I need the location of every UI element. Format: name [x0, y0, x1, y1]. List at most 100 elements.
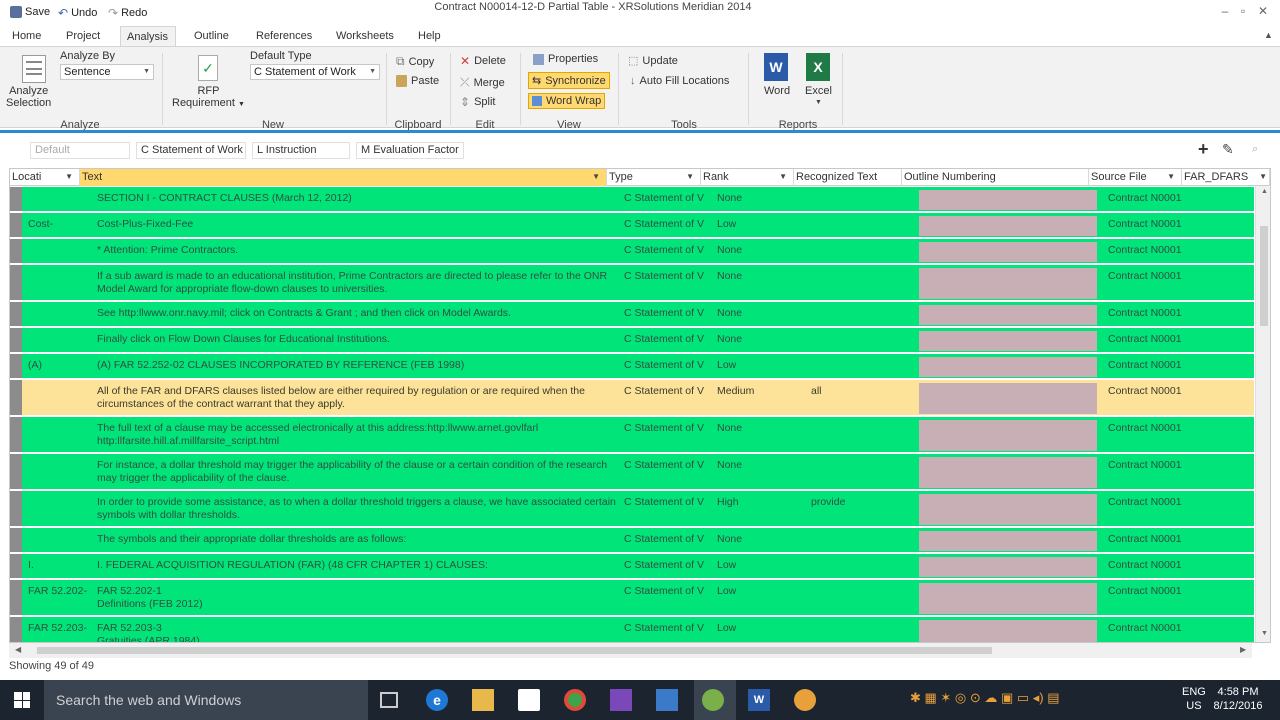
excel-export-button[interactable]: Excel: [805, 85, 832, 97]
scroll-up-icon[interactable]: ▲: [1261, 188, 1268, 195]
scroll-down-icon[interactable]: ▼: [1261, 630, 1268, 637]
column-header-location[interactable]: Locati ▼: [10, 169, 80, 186]
row-indicator[interactable]: [10, 454, 22, 489]
merge-button[interactable]: ⤫ Merge: [460, 75, 505, 90]
cell-outline-numbering[interactable]: [919, 357, 1097, 377]
row-indicator[interactable]: [10, 417, 22, 452]
split-button[interactable]: ⇕ Split: [460, 95, 495, 109]
cell-outline-numbering[interactable]: [919, 216, 1097, 236]
taskbar-search[interactable]: Search the web and Windows: [44, 680, 368, 720]
table-row[interactable]: The full text of a clause may be accesse…: [10, 417, 1254, 454]
table-row[interactable]: I. I. FEDERAL ACQUISITION REGULATION (FAR…: [10, 554, 1254, 580]
tab-home[interactable]: Home: [6, 26, 47, 46]
table-row[interactable]: FAR 52.202- FAR 52.202-1 Definitions (FEB…: [10, 580, 1254, 617]
edit-pencil-icon[interactable]: ✎: [1222, 141, 1234, 158]
edge-icon[interactable]: e: [426, 689, 448, 711]
language-indicator[interactable]: ENG US: [1182, 686, 1206, 712]
row-indicator[interactable]: [10, 580, 22, 615]
column-header-source-file[interactable]: Source File ▼: [1089, 169, 1182, 186]
app-icon-2[interactable]: [794, 689, 816, 711]
cell-outline-numbering[interactable]: [919, 383, 1097, 414]
table-row[interactable]: FAR 52.203- FAR 52.203-3 Gratuities (APR …: [10, 617, 1254, 642]
table-row[interactable]: For instance, a dollar threshold may tri…: [10, 454, 1254, 491]
meridian-icon[interactable]: [702, 689, 724, 711]
word-taskbar-icon[interactable]: W: [748, 689, 770, 711]
word-wrap-toggle[interactable]: Word Wrap: [528, 93, 606, 109]
app-icon[interactable]: [656, 689, 678, 711]
tab-help[interactable]: Help: [412, 26, 447, 46]
row-indicator[interactable]: [10, 239, 22, 263]
table-row[interactable]: The symbols and their appropriate dollar…: [10, 528, 1254, 554]
column-header-outline-numbering[interactable]: Outline Numbering: [902, 169, 1089, 186]
filter-instruction[interactable]: L Instruction: [252, 142, 350, 159]
clock[interactable]: 4:58 PM 8/12/2016: [1210, 686, 1266, 712]
table-row[interactable]: If a sub award is made to an educational…: [10, 265, 1254, 302]
table-row[interactable]: All of the FAR and DFARS clauses listed …: [10, 380, 1254, 417]
analyze-selection-button[interactable]: Analyze Selection: [6, 85, 51, 109]
restore-button[interactable]: ▫: [1234, 4, 1252, 18]
filter-statement-of-work[interactable]: C Statement of Work: [136, 142, 246, 159]
copy-button[interactable]: ⧉ Copy: [396, 54, 434, 69]
chrome-icon[interactable]: [564, 689, 586, 711]
row-indicator[interactable]: [10, 302, 22, 326]
analyze-by-select[interactable]: Sentence ▼: [60, 64, 154, 80]
search-icon[interactable]: ⌕: [1252, 143, 1258, 156]
table-row[interactable]: SECTION I - CONTRACT CLAUSES (March 12, …: [10, 187, 1254, 213]
cell-outline-numbering[interactable]: [919, 557, 1097, 577]
vertical-scrollbar[interactable]: ▲ ▼: [1255, 186, 1270, 642]
add-icon[interactable]: +: [1198, 139, 1209, 160]
tab-analysis[interactable]: Analysis: [120, 26, 176, 46]
row-indicator[interactable]: [10, 213, 22, 237]
file-explorer-icon[interactable]: [472, 689, 494, 711]
delete-button[interactable]: ✕ Delete: [460, 54, 506, 68]
row-indicator[interactable]: [10, 187, 22, 211]
store-icon[interactable]: [518, 689, 540, 711]
cell-outline-numbering[interactable]: [919, 268, 1097, 299]
tab-references[interactable]: References: [250, 26, 318, 46]
tab-worksheets[interactable]: Worksheets: [330, 26, 400, 46]
task-view-icon[interactable]: [380, 692, 398, 708]
row-indicator[interactable]: [10, 380, 22, 415]
tab-project[interactable]: Project: [60, 26, 106, 46]
table-row[interactable]: * Attention: Prime Contractors. C Stateme…: [10, 239, 1254, 265]
tab-outline[interactable]: Outline: [188, 26, 235, 46]
scroll-right-icon[interactable]: ▶: [1240, 645, 1246, 654]
cell-outline-numbering[interactable]: [919, 620, 1097, 642]
synchronize-toggle[interactable]: ⇆ Synchronize: [528, 72, 610, 89]
default-type-select[interactable]: C Statement of Work ▼: [250, 64, 380, 80]
horizontal-scroll-thumb[interactable]: [37, 647, 992, 654]
row-indicator[interactable]: [10, 617, 22, 642]
cell-outline-numbering[interactable]: [919, 531, 1097, 551]
collapse-ribbon-icon[interactable]: ▲: [1264, 30, 1273, 40]
row-indicator[interactable]: [10, 491, 22, 526]
row-indicator[interactable]: [10, 265, 22, 300]
rfp-requirement-button[interactable]: RFP Requirement ▼: [172, 85, 245, 109]
column-header-recognized-text[interactable]: Recognized Text: [794, 169, 902, 186]
cell-outline-numbering[interactable]: [919, 190, 1097, 210]
properties-button[interactable]: Properties: [530, 52, 601, 66]
auto-fill-button[interactable]: ↓ Auto Fill Locations: [630, 75, 729, 87]
cell-outline-numbering[interactable]: [919, 494, 1097, 525]
column-header-far-dfars[interactable]: FAR_DFARS ▼: [1182, 169, 1270, 186]
paste-button[interactable]: Paste: [396, 75, 439, 87]
table-row[interactable]: See http:llwww.onr.navy.mil; click on Co…: [10, 302, 1254, 328]
table-row[interactable]: In order to provide some assistance, as …: [10, 491, 1254, 528]
column-header-rank[interactable]: Rank ▼: [701, 169, 794, 186]
vertical-scroll-thumb[interactable]: [1260, 226, 1268, 326]
table-row[interactable]: (A) (A) FAR 52.252-02 CLAUSES INCORPORATE…: [10, 354, 1254, 380]
cell-outline-numbering[interactable]: [919, 420, 1097, 451]
column-header-text[interactable]: Text ▼: [80, 169, 607, 186]
row-indicator[interactable]: [10, 354, 22, 378]
tray-icons[interactable]: ✱ ▦ ✶ ◎ ⊙ ☁ ▣ ▭ ◂) ▤: [910, 690, 1060, 706]
visual-studio-icon[interactable]: [610, 689, 632, 711]
cell-outline-numbering[interactable]: [919, 331, 1097, 351]
scroll-left-icon[interactable]: ◀: [15, 645, 21, 654]
cell-outline-numbering[interactable]: [919, 242, 1097, 262]
minimize-button[interactable]: –: [1216, 4, 1234, 18]
windows-start-icon[interactable]: [14, 692, 30, 708]
row-indicator[interactable]: [10, 554, 22, 578]
table-row[interactable]: Finally click on Flow Down Clauses for E…: [10, 328, 1254, 354]
column-header-type[interactable]: Type ▼: [607, 169, 701, 186]
filter-default[interactable]: Default: [30, 142, 130, 159]
cell-outline-numbering[interactable]: [919, 305, 1097, 325]
